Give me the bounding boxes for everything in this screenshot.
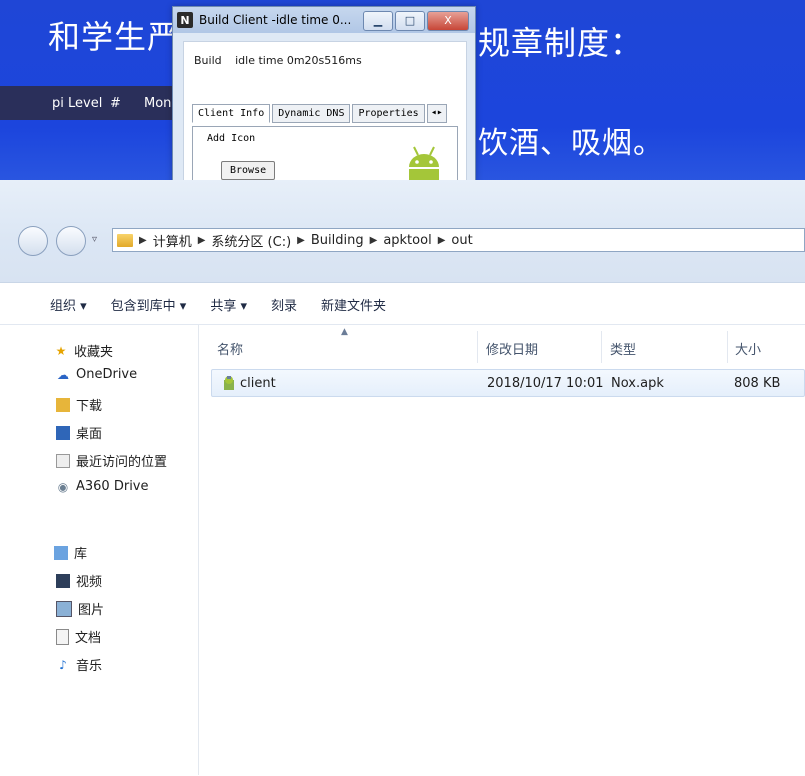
column-divider[interactable] [477,331,478,363]
share-menu[interactable]: 共享 ▾ [210,295,247,314]
breadcrumb-apktool[interactable]: apktool [383,233,431,248]
sidebar-item-a360-drive[interactable]: ◉ A360 Drive [56,479,149,494]
file-date: 2018/10/17 10:01 [487,376,604,391]
sidebar-item-label: 视频 [76,575,103,590]
new-folder-button[interactable]: 新建文件夹 [321,295,386,314]
chevron-right-icon: ▶ [297,234,305,246]
file-type: Nox.apk [611,376,664,391]
dialog-tabs: Client Info Dynamic DNS Properties ◂▸ [192,104,447,123]
explorer-window: ▿ ▶ 计算机 ▶ 系统分区 (C:) ▶ Building ▶ apktool… [0,180,805,776]
column-header-size[interactable]: 大小 [735,339,761,358]
column-divider[interactable] [727,331,728,363]
burn-button[interactable]: 刻录 [271,295,297,314]
column-header-date[interactable]: 修改日期 [486,339,538,358]
browse-button[interactable]: Browse [221,161,276,180]
breadcrumb-computer[interactable]: 计算机 [153,231,192,250]
chevron-right-icon: ▶ [197,234,206,246]
history-dropdown-icon[interactable]: ▿ [92,234,97,245]
cloud-icon: ☁ [57,367,69,382]
file-name: client [240,376,276,391]
sidebar-item-videos[interactable]: 视频 [56,571,102,590]
back-button[interactable] [18,226,48,256]
column-divider[interactable] [601,331,602,363]
build-label: Build [194,54,222,67]
file-list: 名称 ▲ 修改日期 类型 大小 client 2018/10/17 10:01 … [199,325,805,775]
column-header-name[interactable]: 名称 [217,339,243,358]
tab-client-info[interactable]: Client Info [192,104,271,123]
breadcrumb-system-drive[interactable]: 系统分区 (C:) [211,231,291,250]
sidebar-item-label: 桌面 [76,427,103,442]
forward-button[interactable] [56,226,86,256]
picture-icon [56,600,72,617]
sidebar-item-music[interactable]: ♪ 音乐 [56,655,103,675]
idle-time-value: idle time 0m20s516ms [235,54,362,67]
file-size: 808 KB [734,376,781,391]
background-col-level: pi Level [52,96,103,111]
explorer-header: ▿ ▶ 计算机 ▶ 系统分区 (C:) ▶ Building ▶ apktool… [0,180,805,283]
tab-properties[interactable]: Properties [352,104,425,123]
breadcrumb-out[interactable]: out [451,233,472,248]
chevron-right-icon: ▶ [437,234,446,246]
sidebar-item-label: 图片 [78,603,105,618]
sidebar-item-desktop[interactable]: 桌面 [56,423,102,442]
sidebar-item-onedrive[interactable]: ☁ OneDrive [56,367,137,382]
address-bar[interactable]: ▶ 计算机 ▶ 系统分区 (C:) ▶ Building ▶ apktool ▶… [112,228,805,252]
build-status: Build idle time 0m20s516ms [184,42,466,67]
a360-drive-icon: ◉ [57,479,69,494]
chevron-right-icon: ▶ [139,234,147,246]
document-icon [56,628,69,645]
sidebar-item-downloads[interactable]: 下载 [56,395,102,414]
sidebar-item-documents[interactable]: 文档 [56,627,101,646]
close-button[interactable]: X [427,11,469,31]
video-icon [56,573,70,588]
navigation-pane: ★ 收藏夹 ☁ OneDrive 下载 桌面 最近访问的位置 ◉ A360 Dr… [0,325,199,775]
window-controls: ▁ □ X [363,11,469,31]
folder-icon [117,233,133,247]
table-row[interactable]: client 2018/10/17 10:01 Nox.apk 808 KB [211,369,805,397]
minimize-button[interactable]: ▁ [363,11,393,31]
sidebar-item-label: 下载 [76,399,103,414]
sidebar-item-label: 收藏夹 [74,345,114,360]
background-text-right: 规章制度： [478,24,644,62]
background-text-left: 和学生严 [48,18,181,56]
sidebar-item-label: 最近访问的位置 [76,455,168,470]
tab-dynamic-dns[interactable]: Dynamic DNS [272,104,351,123]
recent-places-icon [56,453,70,468]
tab-scroll-arrows[interactable]: ◂▸ [426,104,447,123]
background-col-moni: Moni [144,96,176,111]
column-header-type[interactable]: 类型 [610,339,636,358]
dialog-title: Build Client -idle time 0... [199,13,352,27]
add-icon-group-label: Add Icon [205,133,258,144]
background-header-band: pi Level # Moni [0,86,190,120]
include-in-library-menu[interactable]: 包含到库中 ▾ [111,295,187,314]
library-icon [54,545,68,560]
sort-arrow-icon: ▲ [341,327,348,337]
maximize-button[interactable]: □ [395,11,425,31]
breadcrumb-building[interactable]: Building [311,233,364,248]
app-logo-icon: N [177,12,193,28]
sidebar-item-label: 文档 [75,631,102,646]
sidebar-item-label: A360 Drive [76,479,149,494]
sidebar-item-label: 音乐 [76,659,103,674]
sidebar-item-pictures[interactable]: 图片 [56,599,104,618]
star-icon: ★ [55,343,67,358]
background-text-line2: 饮酒、吸烟。 [478,126,664,161]
chevron-right-icon: ▶ [369,234,378,246]
sidebar-libraries[interactable]: 库 [54,543,87,562]
command-bar: 组织 ▾ 包含到库中 ▾ 共享 ▾ 刻录 新建文件夹 [0,290,805,318]
sidebar-favorites[interactable]: ★ 收藏夹 [54,341,114,361]
sidebar-item-label: 库 [74,547,88,562]
background-col-hash: # [110,96,121,111]
organize-menu[interactable]: 组织 ▾ [50,295,87,314]
music-note-icon: ♪ [59,657,67,672]
download-folder-icon [56,397,70,412]
desktop-icon [56,425,70,440]
apk-file-icon [224,376,234,390]
sidebar-item-label: OneDrive [76,367,138,382]
sidebar-item-recent-places[interactable]: 最近访问的位置 [56,451,167,470]
